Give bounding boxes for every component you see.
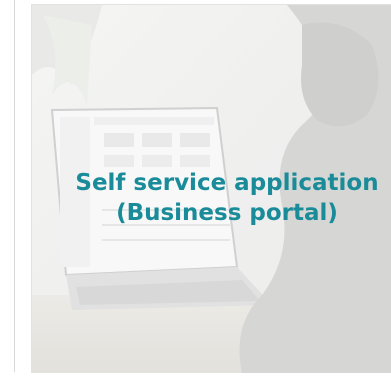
page: Self service application (Business porta… [0,0,391,384]
card-title[interactable]: Self service application (Business porta… [32,168,391,228]
card-title-line2: (Business portal) [116,200,338,226]
card-title-line1: Self service application [75,170,379,196]
portal-card[interactable]: Self service application (Business porta… [31,4,391,373]
left-divider [14,0,15,372]
